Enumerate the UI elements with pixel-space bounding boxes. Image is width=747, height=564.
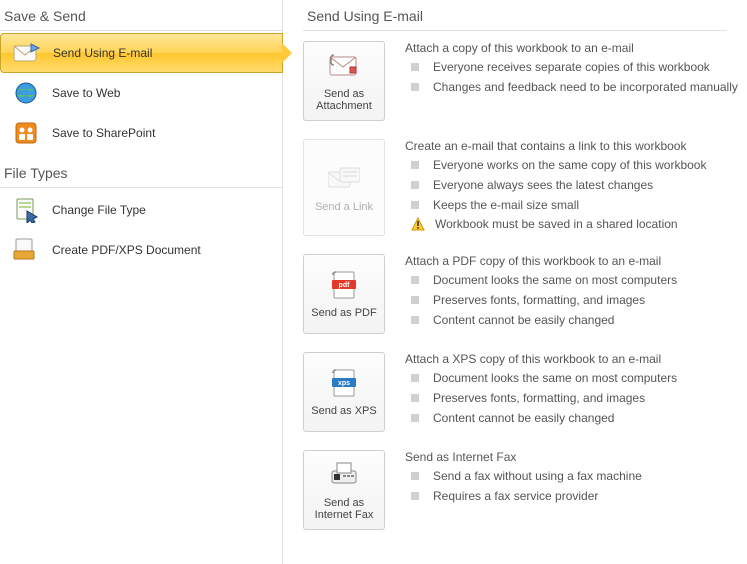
nav-save-to-web[interactable]: Save to Web	[0, 73, 282, 113]
tile-label: Send a Link	[315, 201, 373, 213]
bullet-icon	[411, 276, 419, 284]
warning-icon	[411, 217, 425, 231]
bullet-text: Everyone receives separate copies of thi…	[433, 59, 710, 76]
tile-send-as-xps[interactable]: xps Send as XPS	[303, 352, 385, 432]
bullet-text: Keeps the e-mail size small	[433, 197, 579, 214]
attachment-icon	[328, 50, 360, 82]
nav-save-to-sharepoint[interactable]: Save to SharePoint	[0, 113, 282, 153]
option-send-a-link: Send a Link Create an e-mail that contai…	[303, 139, 747, 236]
bullet-text: Preserves fonts, formatting, and images	[433, 292, 645, 309]
bullet-icon	[411, 492, 419, 500]
option-description: Attach a copy of this workbook to an e-m…	[405, 41, 747, 121]
option-description: Send as Internet Fax Send a fax without …	[405, 450, 747, 530]
option-title: Attach a copy of this workbook to an e-m…	[405, 41, 747, 55]
tile-send-as-internet-fax[interactable]: Send as Internet Fax	[303, 450, 385, 530]
option-title: Create an e-mail that contains a link to…	[405, 139, 747, 153]
bullet-icon	[411, 316, 419, 324]
tile-label: Send as XPS	[311, 405, 376, 417]
option-send-as-internet-fax: Send as Internet Fax Send as Internet Fa…	[303, 450, 747, 530]
tile-send-a-link: Send a Link	[303, 139, 385, 236]
bullet-icon	[411, 181, 419, 189]
globe-icon	[10, 81, 42, 105]
bullet-icon	[411, 201, 419, 209]
bullet-icon	[411, 472, 419, 480]
bullet-text: Changes and feedback need to be incorpor…	[433, 79, 738, 96]
nav-send-using-email[interactable]: Send Using E-mail	[0, 33, 283, 73]
envelope-send-icon	[11, 42, 43, 64]
tile-send-as-attachment[interactable]: Send as Attachment	[303, 41, 385, 121]
change-file-type-icon	[10, 197, 42, 223]
option-description: Attach a XPS copy of this workbook to an…	[405, 352, 747, 432]
option-title: Attach a PDF copy of this workbook to an…	[405, 254, 747, 268]
right-panel: Send Using E-mail Send as Attachment Att…	[283, 0, 747, 564]
svg-text:xps: xps	[338, 380, 350, 387]
tile-label: Send as Attachment	[308, 88, 380, 112]
sharepoint-icon	[10, 121, 42, 145]
save-send-header: Save & Send	[0, 4, 282, 31]
tile-send-as-pdf[interactable]: pdf Send as PDF	[303, 254, 385, 334]
xps-icon: xps	[328, 367, 360, 399]
option-send-as-xps: xps Send as XPS Attach a XPS copy of thi…	[303, 352, 747, 432]
pdf-xps-icon	[10, 237, 42, 263]
bullet-icon	[411, 296, 419, 304]
bullet-icon	[411, 161, 419, 169]
bullet-icon	[411, 83, 419, 91]
option-send-as-attachment: Send as Attachment Attach a copy of this…	[303, 41, 747, 121]
bullet-text: Preserves fonts, formatting, and images	[433, 390, 645, 407]
option-description: Attach a PDF copy of this workbook to an…	[405, 254, 747, 334]
option-send-as-pdf: pdf Send as PDF Attach a PDF copy of thi…	[303, 254, 747, 334]
tile-label: Send as Internet Fax	[308, 497, 380, 521]
right-header: Send Using E-mail	[303, 4, 727, 31]
left-panel: Save & Send Send Using E-mail Save to We…	[0, 0, 283, 564]
bullet-icon	[411, 63, 419, 71]
bullet-text: Content cannot be easily changed	[433, 410, 614, 427]
bullet-icon	[411, 414, 419, 422]
file-types-header: File Types	[0, 161, 282, 188]
svg-text:pdf: pdf	[339, 282, 351, 289]
bullet-icon	[411, 374, 419, 382]
option-description: Create an e-mail that contains a link to…	[405, 139, 747, 236]
nav-label: Save to Web	[52, 86, 120, 100]
bullet-text: Everyone always sees the latest changes	[433, 177, 653, 194]
bullet-text: Requires a fax service provider	[433, 488, 598, 505]
nav-create-pdf-xps[interactable]: Create PDF/XPS Document	[0, 230, 282, 270]
warning-text: Workbook must be saved in a shared locat…	[435, 216, 678, 233]
bullet-text: Document looks the same on most computer…	[433, 370, 677, 387]
bullet-text: Content cannot be easily changed	[433, 312, 614, 329]
bullet-icon	[411, 394, 419, 402]
option-title: Attach a XPS copy of this workbook to an…	[405, 352, 747, 366]
nav-label: Send Using E-mail	[53, 46, 152, 60]
bullet-text: Document looks the same on most computer…	[433, 272, 677, 289]
nav-change-file-type[interactable]: Change File Type	[0, 190, 282, 230]
pdf-icon: pdf	[328, 269, 360, 301]
fax-icon	[328, 459, 360, 491]
bullet-text: Everyone works on the same copy of this …	[433, 157, 706, 174]
tile-label: Send as PDF	[311, 307, 376, 319]
bullet-text: Send a fax without using a fax machine	[433, 468, 642, 485]
nav-label: Create PDF/XPS Document	[52, 243, 201, 257]
option-title: Send as Internet Fax	[405, 450, 747, 464]
nav-label: Save to SharePoint	[52, 126, 155, 140]
link-envelope-icon	[328, 163, 360, 195]
nav-label: Change File Type	[52, 203, 146, 217]
